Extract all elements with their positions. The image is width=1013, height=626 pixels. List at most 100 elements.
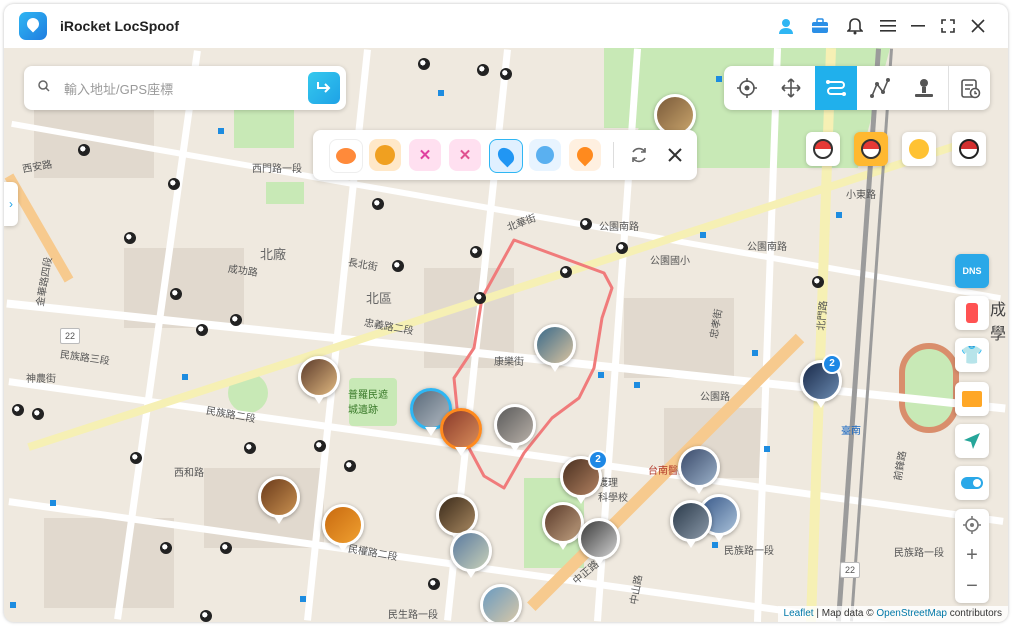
street-label: 公園路 <box>700 392 730 403</box>
temple-icon <box>812 276 824 288</box>
folder-import-icon[interactable] <box>955 382 989 416</box>
selected-location-pin[interactable] <box>440 408 482 456</box>
bus-stop-icon <box>182 374 188 380</box>
teleport-mode-button[interactable] <box>726 66 768 110</box>
history-button[interactable] <box>948 66 991 110</box>
cluster-count-badge: 2 <box>822 354 842 374</box>
chevron-right-icon: › <box>9 197 13 211</box>
temple-icon <box>344 460 356 472</box>
street-label: 西和路 <box>174 468 204 479</box>
location-photo-pin[interactable] <box>298 356 340 404</box>
bus-stop-icon <box>712 542 718 548</box>
bus-stop-icon <box>218 128 224 134</box>
location-photo-pin[interactable] <box>534 324 576 372</box>
location-badge-icon[interactable] <box>489 139 523 173</box>
toggle-icon[interactable] <box>955 466 989 500</box>
bus-stop-icon <box>764 446 770 452</box>
search-icon <box>38 80 50 92</box>
temple-icon <box>130 452 142 464</box>
phone-icon[interactable] <box>955 296 989 330</box>
title-bar: iRocket LocSpoof <box>4 4 1008 48</box>
zoom-in-button[interactable]: + <box>955 540 989 571</box>
pokemon-icon[interactable] <box>329 139 363 173</box>
school-label: 護理 科學校 <box>598 478 628 504</box>
close-gamebar-icon[interactable] <box>659 139 691 171</box>
locate-icon[interactable] <box>955 509 989 540</box>
location-photo-pin[interactable] <box>494 404 536 452</box>
search-input[interactable] <box>62 76 306 102</box>
two-spot-mode-button[interactable] <box>815 66 857 110</box>
app-title: iRocket LocSpoof <box>60 18 180 34</box>
location-photo-pin[interactable] <box>678 446 720 494</box>
crosshair-icon <box>737 78 757 98</box>
zoom-control: + − <box>955 509 989 603</box>
temple-icon <box>500 68 512 80</box>
location-photo-pin[interactable] <box>480 584 522 622</box>
temple-icon <box>470 246 482 258</box>
temple-icon <box>474 292 486 304</box>
location-photo-pin[interactable] <box>258 476 300 524</box>
multi-spot-mode-button[interactable] <box>859 66 901 110</box>
shirt-icon[interactable]: 👕 <box>955 338 989 372</box>
account-icon[interactable] <box>775 15 797 37</box>
map-canvas[interactable]: 北廠 北區 普羅民遮 城遺跡 台南醫院 護理 科學校 公園國小 臺南 成 學 西… <box>4 48 1008 622</box>
osm-link[interactable]: OpenStreetMap <box>876 608 947 619</box>
polyline-icon <box>870 78 890 98</box>
park-label: 公園國小 <box>650 256 690 267</box>
pokeball-toggle-icon[interactable] <box>806 132 840 166</box>
pin-shield-icon[interactable] <box>529 139 561 171</box>
send-arrow-icon[interactable] <box>955 424 989 458</box>
pokeball-icon[interactable] <box>952 132 986 166</box>
cluster-count-badge: 2 <box>588 450 608 470</box>
temple-icon <box>418 58 430 70</box>
zoom-out-button[interactable]: − <box>955 571 989 602</box>
bus-stop-icon <box>438 90 444 96</box>
bell-icon[interactable] <box>844 15 866 37</box>
street-label: 北門路 <box>816 300 830 332</box>
minimize-icon[interactable] <box>907 15 929 37</box>
menu-icon[interactable] <box>877 15 899 37</box>
coin-icon[interactable] <box>902 132 936 166</box>
dns-icon[interactable]: DNS <box>955 254 989 288</box>
joystick-mode-button[interactable] <box>770 66 812 110</box>
location-photo-pin[interactable] <box>578 518 620 566</box>
refresh-icon[interactable] <box>623 139 655 171</box>
map-attribution: Leaflet | Map data © OpenStreetMap contr… <box>777 606 1008 622</box>
bus-stop-icon <box>752 350 758 356</box>
side-panel-toggle[interactable]: › <box>4 182 18 226</box>
user-location-mode-button[interactable] <box>903 66 945 110</box>
temple-icon <box>230 314 242 326</box>
street-label: 公園南路 <box>599 222 639 233</box>
battle-icon[interactable]: ✕ <box>449 139 481 171</box>
maximize-icon[interactable] <box>937 15 959 37</box>
toolbox-icon[interactable] <box>809 15 831 37</box>
location-photo-pin[interactable] <box>322 504 364 552</box>
monster-icon[interactable] <box>369 139 401 171</box>
temple-icon <box>392 260 404 272</box>
station-label: 臺南 <box>841 426 861 437</box>
temple-icon <box>372 198 384 210</box>
route-badge: 22 <box>840 562 860 578</box>
street-label: 小東路 <box>846 190 876 201</box>
temple-icon <box>616 242 628 254</box>
pokeball-search-icon[interactable] <box>854 132 888 166</box>
temple-icon <box>124 232 136 244</box>
district-label: 北廠 <box>260 247 287 262</box>
app-window: iRocket LocSpoof 北廠 北區 普羅民遮 城遺跡 台南醫院 護理 … <box>4 4 1008 622</box>
sword-icon[interactable]: ✕ <box>409 139 441 171</box>
move-arrows-icon <box>781 78 801 98</box>
flag-pin-icon[interactable] <box>569 139 601 171</box>
close-icon[interactable] <box>967 15 989 37</box>
temple-icon <box>477 64 489 76</box>
leaflet-link[interactable]: Leaflet <box>784 608 814 619</box>
location-photo-pin[interactable] <box>670 500 712 548</box>
temple-icon <box>220 542 232 554</box>
user-pin-icon <box>915 79 933 97</box>
temple-icon <box>12 404 24 416</box>
bus-stop-icon <box>300 596 306 602</box>
location-photo-pin[interactable] <box>450 530 492 578</box>
edge-label: 成 學 <box>990 302 1007 343</box>
search-go-button[interactable] <box>308 72 340 104</box>
temple-icon <box>580 218 592 230</box>
game-filter-bar: ✕ ✕ <box>313 130 697 180</box>
